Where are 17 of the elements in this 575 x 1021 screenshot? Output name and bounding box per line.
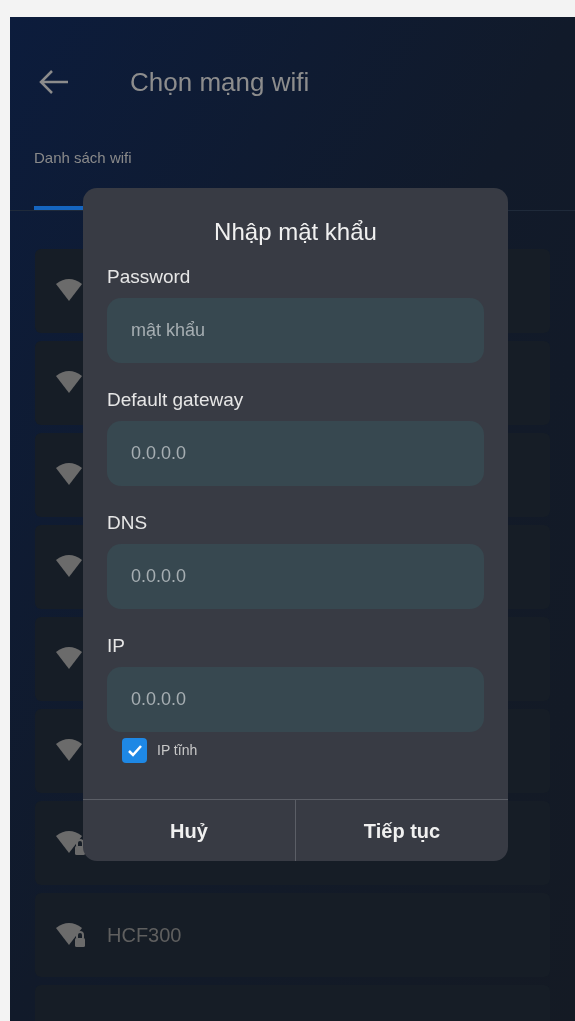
field-label: Default gateway [107, 388, 245, 412]
check-icon [126, 743, 143, 758]
static-ip-checkbox[interactable] [122, 738, 147, 763]
back-arrow-icon[interactable] [38, 68, 70, 96]
page-title: Chọn mạng wifi [130, 65, 310, 99]
dialog-title: Nhập mật khẩu [213, 217, 378, 247]
input-field[interactable]: 0.0.0.0 [107, 421, 484, 486]
checkbox-label: IP tĩnh [157, 741, 198, 760]
input-field[interactable]: 0.0.0.0 [107, 667, 484, 732]
dialog-button[interactable]: Huỷ [83, 800, 295, 861]
input-field[interactable]: 0.0.0.0 [107, 544, 484, 609]
field-label: IP [107, 634, 126, 658]
field-label: DNS [107, 511, 149, 535]
input-field[interactable]: mật khẩu [107, 298, 484, 363]
wifi-name: HCF300 [107, 922, 182, 948]
dialog-button[interactable]: Tiếp tục [295, 800, 508, 861]
field-label: Password [107, 265, 192, 289]
